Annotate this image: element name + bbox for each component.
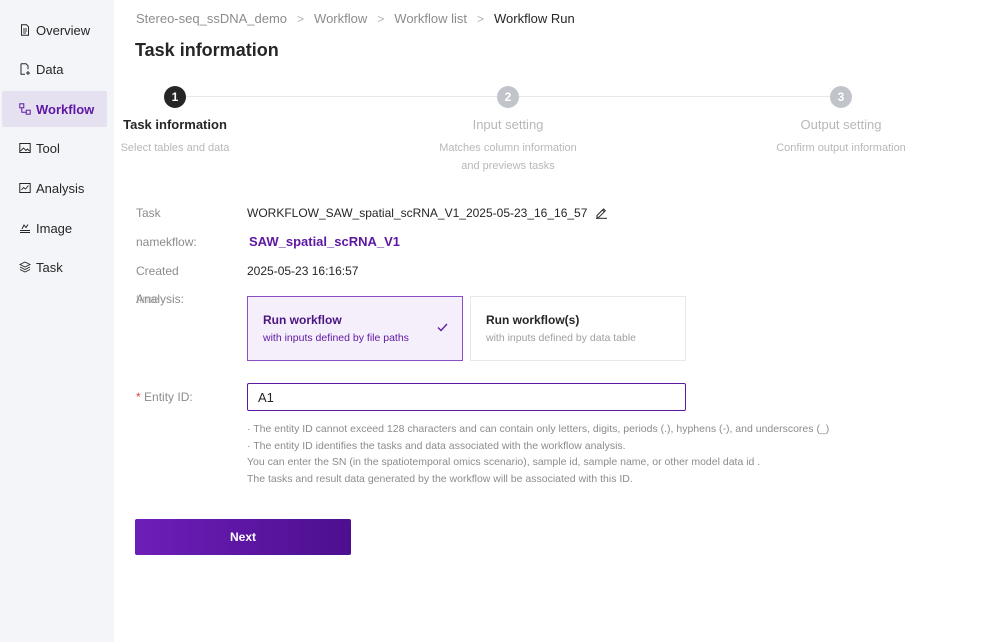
step-2-description: Matches column information and previews t…	[439, 142, 577, 172]
entity-id-hints: · The entity ID cannot exceed 128 charac…	[247, 421, 829, 487]
image-stack-icon	[19, 222, 31, 234]
sidebar-item-analysis[interactable]: Analysis	[2, 170, 107, 206]
sidebar-item-label: Analysis	[36, 180, 85, 196]
breadcrumb-separator: >	[377, 11, 385, 26]
step-connector	[519, 96, 831, 97]
sidebar-item-label: Task	[36, 259, 63, 275]
workflow-label: namekflow:	[136, 235, 197, 249]
sidebar-item-label: Image	[36, 220, 73, 236]
step-1-indicator: 1	[164, 86, 186, 108]
hint-line: · The entity ID cannot exceed 128 charac…	[247, 423, 830, 435]
step-2-indicator: 2	[497, 86, 519, 108]
step-3-indicator: 3	[830, 86, 852, 108]
entity-id-label: * Entity ID:	[136, 390, 193, 404]
edit-icon[interactable]	[595, 206, 608, 219]
breadcrumb: Stereo-seq_ssDNA_demo > Workflow > Workf…	[136, 11, 575, 26]
entity-id-input[interactable]	[247, 383, 686, 411]
analysis-label-overlap: time	[136, 292, 159, 306]
breadcrumb-item-current: Workflow Run	[494, 11, 575, 26]
task-name-text: WORKFLOW_SAW_spatial_scRNA_V1_2025-05-23…	[247, 206, 588, 220]
sidebar-item-label: Workflow	[36, 101, 95, 117]
breadcrumb-separator: >	[297, 11, 305, 26]
sidebar-item-overview[interactable]: Overview	[2, 12, 107, 48]
sidebar-item-image[interactable]: Image	[2, 210, 107, 246]
layers-icon	[19, 261, 31, 273]
run-workflows-option[interactable]: Run workflow(s) with inputs defined by d…	[470, 296, 686, 361]
run-option-subtitle: with inputs defined by data table	[486, 332, 637, 344]
step-1-title: Task information	[123, 117, 227, 132]
data-file-icon	[19, 63, 31, 75]
step-2-title: Input setting	[472, 117, 544, 132]
sidebar-item-label: Data	[36, 61, 64, 77]
breadcrumb-separator: >	[477, 11, 485, 26]
breadcrumb-item-workflow[interactable]: Workflow	[314, 11, 367, 26]
run-option-subtitle: with inputs defined by file paths	[263, 332, 409, 344]
task-label: Task	[136, 206, 161, 220]
run-option-title: Run workflow(s)	[486, 313, 580, 327]
hint-line: You can enter the SN (in the spatiotempo…	[247, 456, 761, 468]
created-label: Created	[136, 264, 179, 278]
step-3-description: Confirm output information	[776, 142, 906, 154]
workflow-name-link[interactable]: SAW_spatial_scRNA_V1	[249, 234, 400, 249]
sidebar: Overview Data Workflow Tool Analysis Ima…	[0, 0, 114, 642]
page-title: Task information	[135, 40, 279, 60]
tool-image-icon	[19, 142, 31, 154]
run-option-title: Run workflow	[263, 313, 342, 327]
sidebar-item-data[interactable]: Data	[2, 51, 107, 87]
hint-line: The tasks and result data generated by t…	[247, 472, 633, 485]
step-3-title: Output setting	[800, 117, 882, 132]
created-time-value: 2025-05-23 16:16:57	[247, 264, 359, 278]
task-name-value: WORKFLOW_SAW_spatial_scRNA_V1_2025-05-23…	[247, 206, 608, 220]
sidebar-item-label: Tool	[36, 140, 60, 156]
required-marker: *	[136, 390, 141, 404]
breadcrumb-item-project[interactable]: Stereo-seq_ssDNA_demo	[136, 11, 287, 26]
workflow-icon	[19, 103, 31, 115]
document-icon	[19, 24, 31, 36]
next-button[interactable]: Next	[135, 519, 351, 555]
sidebar-item-task[interactable]: Task	[2, 249, 107, 285]
hint-line: · The entity ID identifies the tasks and…	[247, 439, 626, 452]
step-1-description: Select tables and data	[120, 142, 230, 154]
entity-id-label-text: Entity ID:	[144, 390, 193, 404]
step-connector	[185, 96, 497, 97]
breadcrumb-item-workflow-list[interactable]: Workflow list	[394, 11, 467, 26]
run-workflow-option[interactable]: Run workflow with inputs defined by file…	[247, 296, 463, 361]
checkmark-icon	[437, 320, 448, 332]
sidebar-item-label: Overview	[36, 22, 91, 38]
analysis-chart-icon	[19, 182, 31, 194]
